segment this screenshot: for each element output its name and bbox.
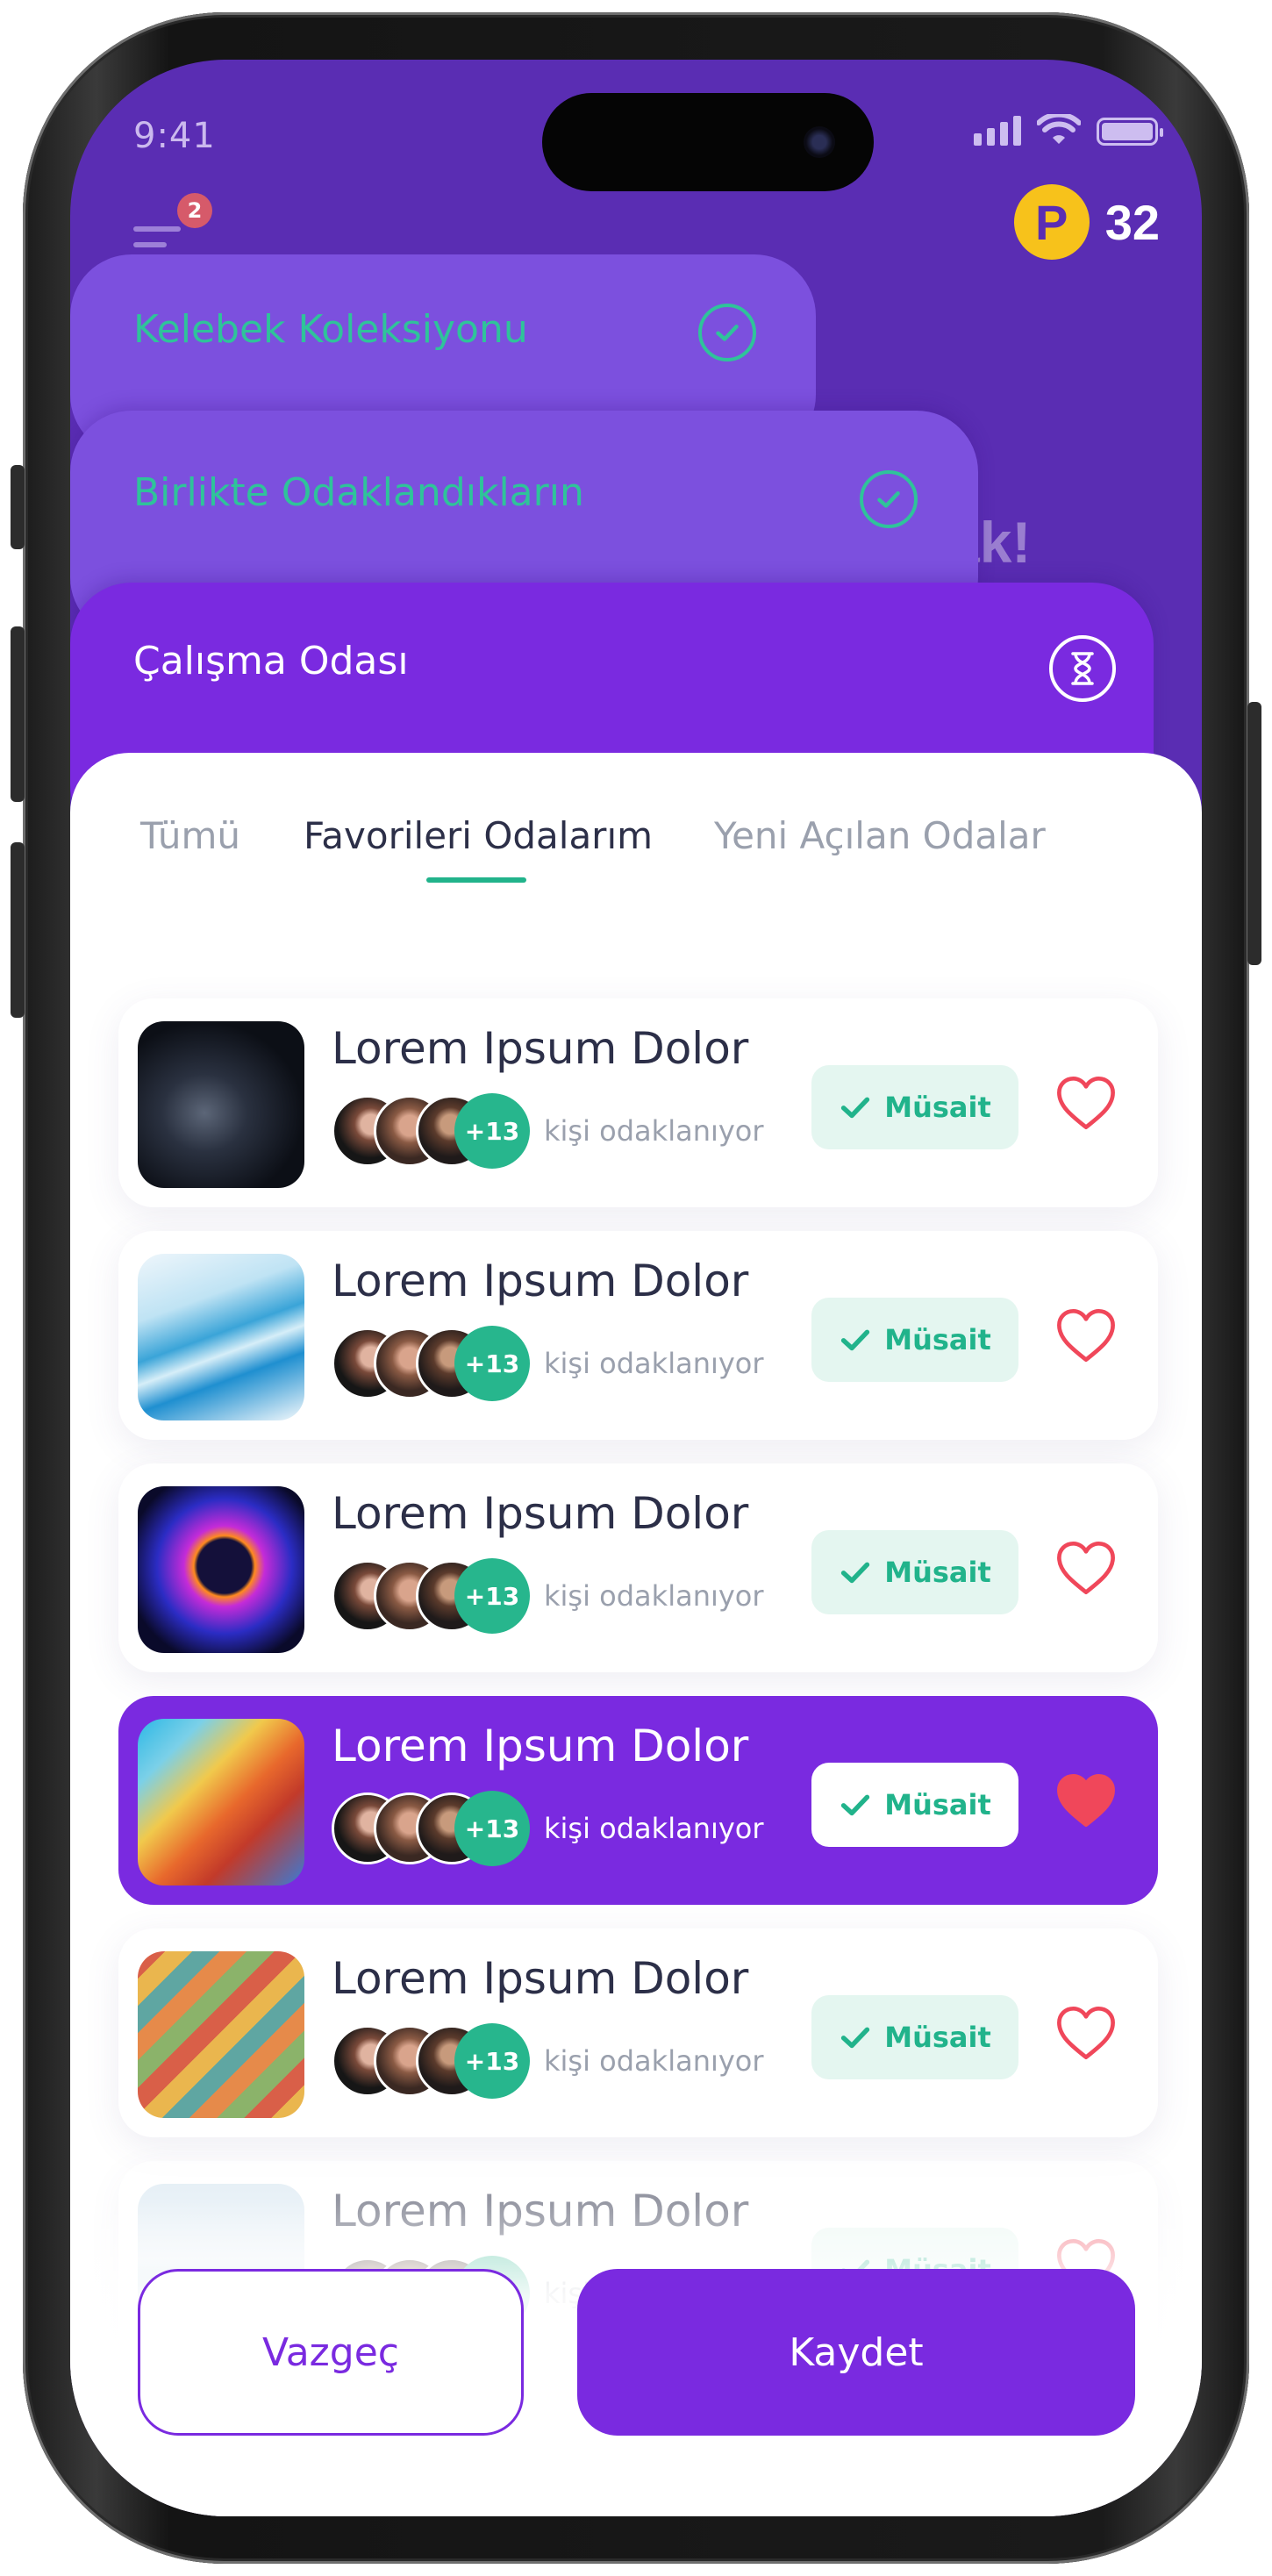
heart-icon[interactable]: [1055, 1306, 1117, 1364]
availability-label: Müsait: [884, 1323, 991, 1356]
room-subtitle: kişi odaklanıyor: [544, 2044, 764, 2078]
availability-badge: Müsait: [811, 1995, 1018, 2079]
check-icon: [841, 2027, 870, 2049]
check-circle-icon: [698, 304, 756, 361]
notification-badge: 2: [177, 193, 212, 228]
check-icon: [841, 1562, 870, 1584]
heart-icon[interactable]: [1055, 2004, 1117, 2062]
room-thumbnail: [138, 1951, 304, 2118]
availability-badge: Müsait: [811, 1065, 1018, 1149]
availability-badge: Müsait: [811, 1763, 1018, 1847]
room-thumbnail: [138, 1254, 304, 1420]
tab-tumu[interactable]: Tümü: [140, 814, 240, 857]
tab-bar: Tümü Favorileri Odalarım Yeni Açılan Oda…: [70, 814, 1202, 876]
extra-participants-badge: +13: [454, 1791, 530, 1866]
extra-participants-badge: +13: [454, 1558, 530, 1634]
status-icons: [974, 114, 1163, 146]
availability-label: Müsait: [884, 1788, 991, 1821]
heart-icon[interactable]: [1055, 1074, 1117, 1132]
coin-balance[interactable]: P 32: [1013, 184, 1160, 260]
room-row[interactable]: Lorem Ipsum Dolor +13 kişi odaklanıyor M…: [118, 1696, 1158, 1905]
room-thumbnail: [138, 1719, 304, 1885]
participant-avatars: +13: [332, 1326, 533, 1401]
room-title: Lorem Ipsum Dolor: [332, 1023, 749, 1074]
room-row[interactable]: Lorem Ipsum Dolor +13 kişi odaklanıyor M…: [118, 1463, 1158, 1672]
participant-avatars: +13: [332, 1558, 533, 1634]
availability-badge: Müsait: [811, 1530, 1018, 1614]
room-subtitle: kişi odaklanıyor: [544, 1812, 764, 1845]
save-button[interactable]: Kaydet: [577, 2269, 1135, 2436]
participant-avatars: +13: [332, 1791, 533, 1866]
extra-participants-badge: +13: [454, 2023, 530, 2099]
room-subtitle: kişi odaklanıyor: [544, 1579, 764, 1613]
room-row[interactable]: Lorem Ipsum Dolor +13 kişi odaklanıyor M…: [118, 1231, 1158, 1440]
phone-power-button: [1247, 702, 1261, 965]
availability-label: Müsait: [884, 1556, 991, 1589]
room-thumbnail: [138, 1486, 304, 1653]
availability-badge: Müsait: [811, 1298, 1018, 1382]
availability-label: Müsait: [884, 2021, 991, 2054]
participant-avatars: +13: [332, 2023, 533, 2099]
menu-icon[interactable]: [133, 226, 181, 258]
dynamic-island: [542, 93, 874, 191]
stack-card-label: Kelebek Koleksiyonu: [133, 307, 528, 352]
room-row[interactable]: Lorem Ipsum Dolor +13 kişi odaklanıyor M…: [118, 998, 1158, 1207]
check-icon: [841, 1329, 870, 1351]
coin-count: 32: [1104, 194, 1160, 250]
tab-favoriler[interactable]: Favorileri Odalarım: [304, 814, 653, 857]
battery-icon: [1097, 118, 1163, 146]
cancel-button[interactable]: Vazgeç: [138, 2269, 524, 2436]
wifi-icon: [1037, 114, 1081, 144]
room-title: Lorem Ipsum Dolor: [332, 1256, 749, 1306]
coin-icon: P: [1013, 184, 1090, 260]
status-time: 9:41: [133, 116, 216, 156]
heart-icon[interactable]: [1055, 1771, 1117, 1829]
active-tab-indicator: [426, 877, 526, 883]
app-screen: 9:41 2 P 32 ak! Kelebek Koleksiyonu Birl…: [70, 60, 1202, 2516]
extra-participants-badge: +13: [454, 1326, 530, 1401]
phone-mute-switch: [11, 465, 25, 549]
availability-label: Müsait: [884, 1091, 991, 1124]
phone-volume-down: [11, 842, 25, 1018]
tab-yeni-acilan[interactable]: Yeni Açılan Odalar: [714, 814, 1046, 857]
hourglass-icon: [1049, 635, 1116, 702]
cellular-signal-icon: [974, 114, 1021, 146]
check-icon: [841, 1097, 870, 1119]
room-title: Lorem Ipsum Dolor: [332, 1488, 749, 1539]
room-title: Lorem Ipsum Dolor: [332, 1721, 749, 1771]
stack-card-label: Birlikte Odaklandıkların: [133, 470, 584, 515]
room-subtitle: kişi odaklanıyor: [544, 1114, 764, 1148]
camera-icon: [804, 126, 835, 158]
room-title: Lorem Ipsum Dolor: [332, 1953, 749, 2004]
stack-card-label: Çalışma Odası: [133, 639, 409, 683]
room-thumbnail: [138, 1021, 304, 1188]
participant-avatars: +13: [332, 1093, 533, 1169]
extra-participants-badge: +13: [454, 1093, 530, 1169]
room-row[interactable]: Lorem Ipsum Dolor +13 kişi odaklanıyor M…: [118, 1928, 1158, 2137]
room-subtitle: kişi odaklanıyor: [544, 1347, 764, 1380]
phone-volume-up: [11, 626, 25, 802]
check-circle-icon: [860, 470, 918, 528]
heart-icon[interactable]: [1055, 1539, 1117, 1597]
check-icon: [841, 1794, 870, 1816]
